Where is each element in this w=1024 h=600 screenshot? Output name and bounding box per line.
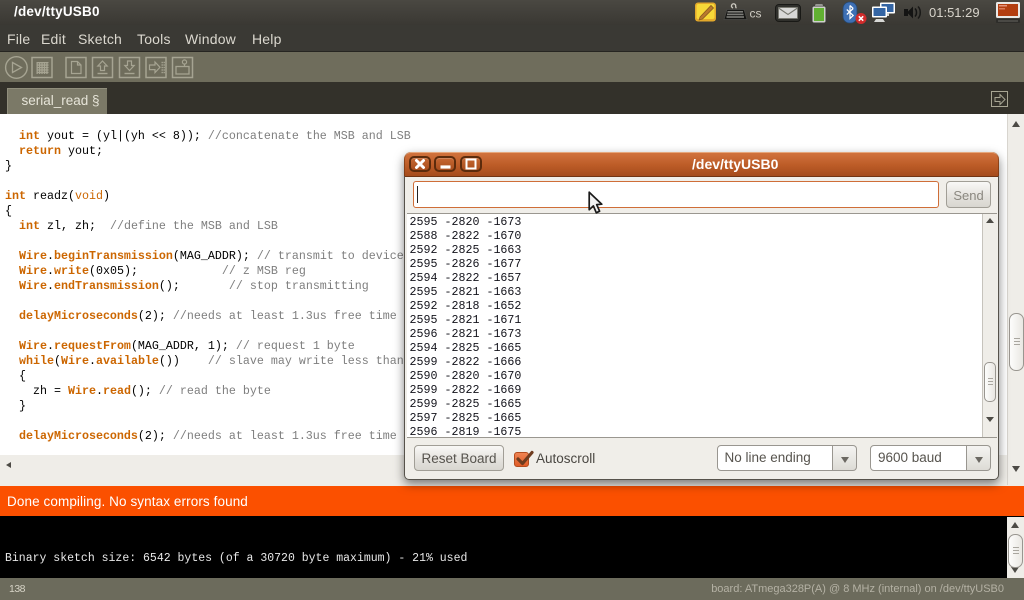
svg-text:cs: cs [750, 7, 762, 21]
